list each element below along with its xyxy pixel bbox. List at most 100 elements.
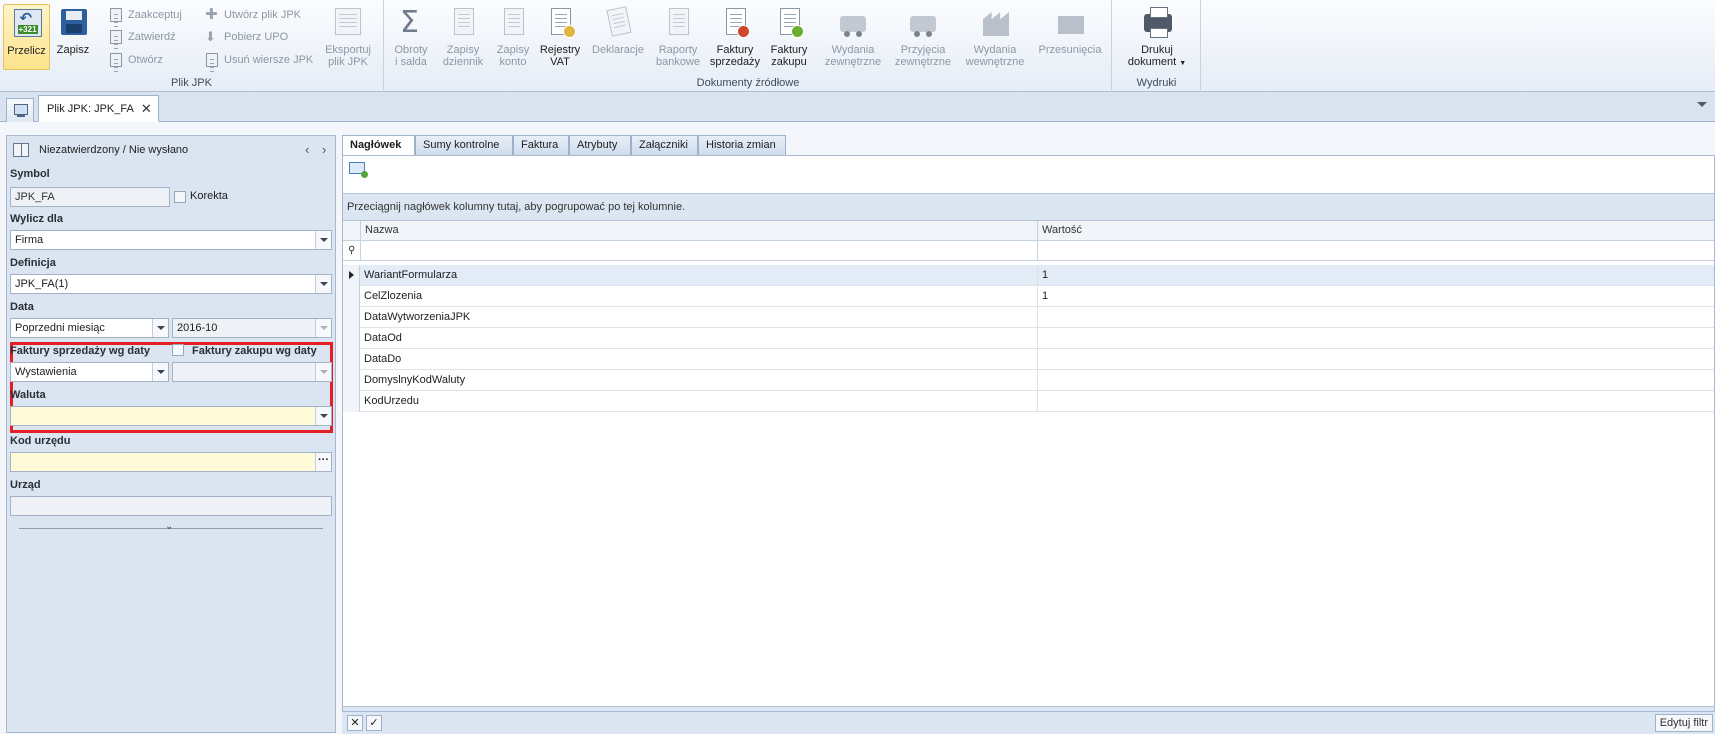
row-wartosc[interactable] [1037,370,1714,390]
tab-sumy-kontrolne[interactable]: Sumy kontrolne [415,135,513,156]
wylicz-dla-label: Wylicz dla [10,213,63,225]
usun-wiersze-button[interactable]: Usuń wiersze JPK [204,50,313,70]
otworz-button[interactable]: Otwórz [108,50,163,70]
zapisy-konto-button[interactable]: Zapisy konto [493,4,533,70]
tab-faktura[interactable]: Faktura [513,135,569,156]
chevron-down-icon[interactable] [315,275,331,293]
faktury-sprzedazy-select[interactable]: Wystawienia [10,362,169,382]
definicja-select[interactable]: JPK_FA(1) [10,274,332,294]
detail-panel: Nagłówek Sumy kontrolne Faktura Atrybuty… [342,135,1715,734]
table-row[interactable]: DataDo [343,349,1714,370]
chevron-down-icon[interactable] [152,319,168,337]
tab-historia-zmian[interactable]: Historia zmian [698,135,786,156]
clear-filter-icon[interactable]: ✕ [347,715,363,731]
refresh-icon[interactable] [349,162,368,178]
drukuj-label-1: Drukuj [1141,44,1173,56]
data-period-select[interactable]: Poprzedni miesiąc [10,318,169,338]
zapisz-button[interactable]: Zapisz [52,4,94,70]
faktury-zakupu-checkbox[interactable] [172,344,184,356]
next-arrow-icon[interactable]: › [322,140,326,160]
rejestry-vat-label-2: VAT [550,56,570,68]
table-row[interactable]: KodUrzedu [343,391,1714,412]
faktury-sprzedazy-wg-daty-label: Faktury sprzedaży wg daty [10,345,150,357]
column-wartosc[interactable]: Wartość [1037,221,1714,241]
row-wartosc[interactable] [1037,349,1714,369]
ellipsis-icon[interactable]: ··· [315,453,331,471]
row-wartosc[interactable] [1037,391,1714,411]
table-row[interactable]: DataWytworzeniaJPK [343,307,1714,328]
filter-row[interactable]: ⚲ [343,241,1714,261]
korekta-label: Korekta [190,190,228,202]
kod-urzedu-field[interactable]: ··· [10,452,332,472]
utworz-plik-button[interactable]: ✚ Utwórz plik JPK [204,5,301,25]
chevron-down-icon[interactable] [315,319,331,337]
row-nazwa: DataWytworzeniaJPK [364,311,471,323]
chevron-down-icon[interactable] [315,407,331,425]
pobierz-upo-button[interactable]: ⬇ Pobierz UPO [204,27,288,47]
drukuj-dokument-button[interactable]: Drukuj dokument ▼ [1120,4,1194,70]
faktury-sprzedazy-button[interactable]: Faktury sprzedaży [708,4,762,70]
column-nazwa[interactable]: Nazwa [360,221,1037,241]
chevron-down-icon[interactable] [315,363,331,381]
wydania-zewnetrzne-button[interactable]: Wydania zewnętrzne [822,4,884,70]
book-icon [13,143,29,157]
chevron-down-icon[interactable] [152,363,168,381]
previous-arrow-icon[interactable]: ‹ [305,140,309,160]
otworz-label: Otwórz [128,54,163,66]
symbol-field[interactable]: JPK_FA [10,187,170,207]
przesuniecia-button[interactable]: Przesunięcia [1035,4,1105,70]
eksportuj-button[interactable]: Eksportuj plik JPK [320,4,376,70]
row-wartosc[interactable] [1037,307,1714,327]
urzad-field[interactable] [10,496,332,516]
tab-plik-jpk[interactable]: Plik JPK: JPK_FA ✕ [38,95,159,122]
table-row[interactable]: CelZlozenia 1 [343,286,1714,307]
table-row[interactable]: DomyslnyKodWaluty [343,370,1714,391]
receiving-truck-icon [910,16,936,37]
tab-zalaczniki[interactable]: Załączniki [631,135,698,156]
zapisy-dziennik-button[interactable]: Zapisy dziennik [440,4,486,70]
rejestry-vat-button[interactable]: Rejestry VAT [537,4,583,70]
wylicz-dla-select[interactable]: Firma [10,230,332,250]
zatwierdz-button[interactable]: Zatwierdź [108,27,176,47]
zapisy-dziennik-label-1: Zapisy [446,44,480,56]
tab-atrybuty[interactable]: Atrybuty [569,135,631,156]
korekta-checkbox[interactable] [174,191,186,203]
enable-filter-checkbox[interactable]: ✓ [366,715,382,731]
wydania-zewn-label-2: zewnętrzne [824,56,882,68]
faktury-zakupu-select[interactable] [172,362,332,382]
przelicz-button[interactable]: ↶ +321 Przelicz [3,4,50,70]
table-row[interactable]: WariantFormularza 1 [343,265,1714,286]
row-wartosc[interactable]: 1 [1037,265,1714,285]
row-wartosc[interactable] [1037,328,1714,348]
row-wartosc[interactable]: 1 [1037,286,1714,306]
waluta-select[interactable] [10,406,332,426]
desktop-icon[interactable] [6,98,34,122]
rejestry-vat-label-1: Rejestry [539,44,581,56]
wydania-wewnetrzne-button[interactable]: Wydania wewnętrzne [962,4,1028,70]
row-nazwa: WariantFormularza [364,269,458,281]
close-icon[interactable]: ✕ [141,96,152,122]
faktury-sprzedazy-value: Wystawienia [15,366,77,378]
obroty-button[interactable]: Σ Obroty i salda [391,4,431,70]
przyjecia-zewn-label-2: zewnętrzne [894,56,952,68]
chevron-down-icon[interactable] [315,231,331,249]
document-status: Niezatwierdzony / Nie wysłano [13,140,188,160]
data-month-select[interactable]: 2016-10 [172,318,332,338]
ribbon: ↶ +321 Przelicz Zapisz Zaakceptuj Zatwier… [0,0,1715,92]
tab-menu-dropdown-icon[interactable] [1697,102,1707,107]
faktury-zakupu-button[interactable]: Faktury zakupu [766,4,812,70]
header-form-panel: Niezatwierdzony / Nie wysłano ‹ › Symbol… [6,135,336,733]
raporty-bankowe-label-2: bankowe [655,56,701,68]
group-by-area[interactable]: Przeciągnij nagłówek kolumny tutaj, aby … [343,193,1714,221]
expand-chevron-icon[interactable]: ⌄ [165,521,173,532]
download-icon: ⬇ [205,29,216,44]
table-row[interactable]: DataOd [343,328,1714,349]
przyjecia-zewnetrzne-button[interactable]: Przyjęcia zewnętrzne [891,4,955,70]
deklaracje-button[interactable]: Deklaracje [588,4,648,70]
tab-naglowek[interactable]: Nagłówek [342,135,415,157]
zaakceptuj-button[interactable]: Zaakceptuj [108,5,182,25]
edit-filter-button[interactable]: Edytuj filtr [1654,714,1713,732]
raporty-bankowe-button[interactable]: Raporty bankowe [653,4,703,70]
tab-plik-jpk-label: Plik JPK: JPK_FA [47,103,134,115]
zaakceptuj-label: Zaakceptuj [128,9,182,21]
